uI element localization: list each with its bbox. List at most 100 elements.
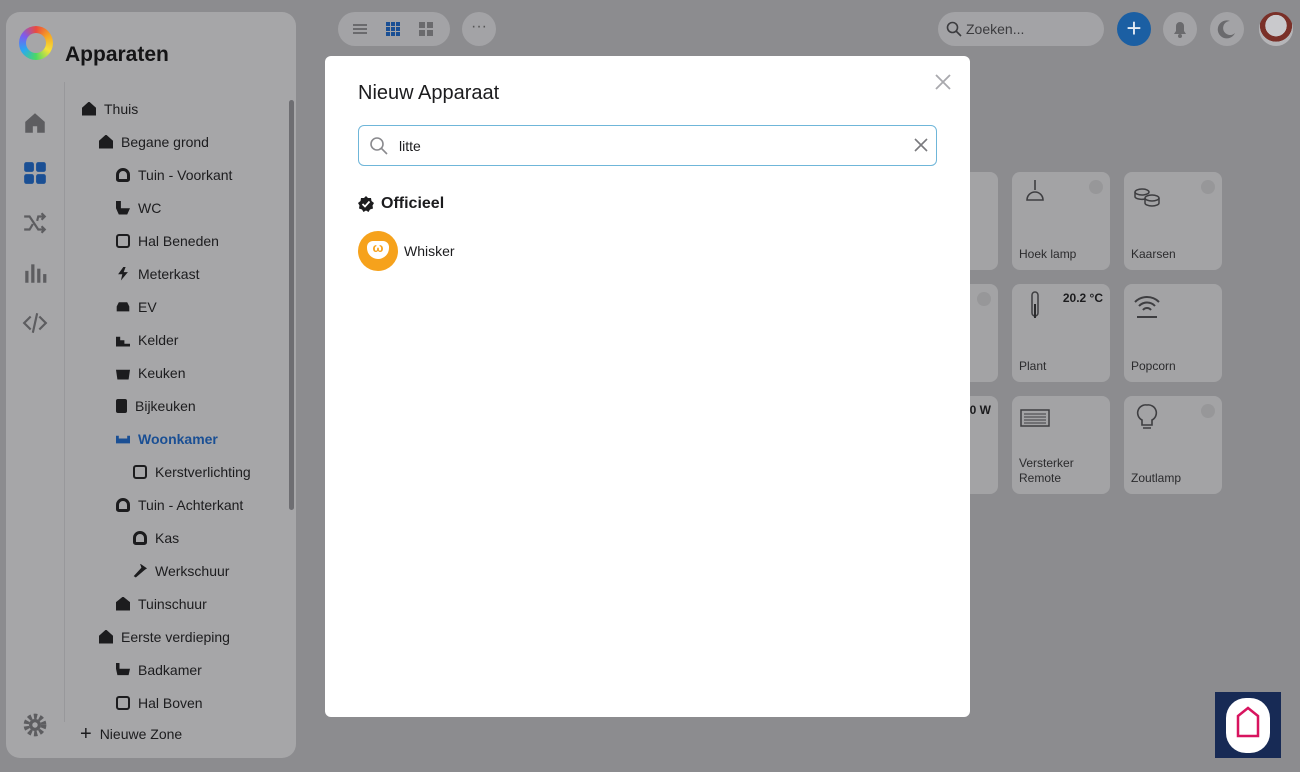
clear-search-icon[interactable] (912, 136, 930, 154)
zone-item[interactable]: Keuken (116, 356, 185, 389)
zone-item[interactable]: WC (116, 191, 161, 224)
avatar[interactable] (1259, 12, 1293, 46)
zone-label: Kelder (138, 331, 179, 348)
official-section-header: Officieel (358, 195, 444, 213)
stairs-icon (116, 336, 130, 347)
view-switcher (338, 12, 450, 46)
verified-check-icon (358, 196, 374, 212)
moon-icon (1217, 20, 1235, 39)
zone-item[interactable]: Tuin - Voorkant (116, 158, 232, 191)
whisker-logo: ω (358, 231, 398, 271)
door-icon (116, 233, 130, 248)
list-view-icon[interactable] (352, 21, 368, 37)
zone-label: Kas (155, 529, 180, 546)
flows-icon[interactable] (22, 210, 48, 236)
zone-label: Werkschuur (155, 562, 230, 579)
notifications-button[interactable] (1163, 12, 1197, 46)
shed-icon (116, 596, 130, 611)
bell-icon (1174, 22, 1186, 38)
device-card[interactable]: Kaarsen (1124, 172, 1222, 270)
zone-item[interactable]: Hal Beneden (116, 224, 219, 257)
zone-label: Thuis (104, 100, 139, 117)
app-result-whisker[interactable]: ω Whisker (358, 231, 455, 271)
zone-item[interactable]: Thuis (82, 92, 138, 125)
zone-item[interactable]: Hal Boven (116, 686, 203, 719)
plus-icon: + (80, 723, 92, 745)
sidebar: Apparaten Thuis Begane grond Tuin - Voor… (6, 12, 296, 758)
home-icon[interactable] (22, 110, 48, 136)
zone-label: Tuinschuur (138, 595, 207, 612)
device-card[interactable]: Popcorn (1124, 284, 1222, 382)
zone-item[interactable]: EV (116, 290, 157, 323)
device-card[interactable]: Hoek lamp (1012, 172, 1110, 270)
device-name: Plant (1019, 359, 1047, 373)
zone-item[interactable]: Tuinschuur (116, 587, 207, 620)
thermometer-icon (1031, 291, 1039, 318)
zone-item[interactable]: Kas (133, 521, 179, 554)
dark-mode-button[interactable] (1210, 12, 1244, 46)
device-toggle[interactable] (1201, 404, 1215, 418)
device-card[interactable]: Versterker Remote (1012, 396, 1110, 494)
more-button[interactable]: ··· (462, 12, 496, 46)
device-search-field (358, 125, 937, 166)
candles-icon (1134, 188, 1160, 207)
close-icon[interactable] (933, 72, 953, 92)
device-name: Popcorn (1131, 359, 1176, 373)
zone-item[interactable]: Kerstverlichting (133, 455, 251, 488)
device-card[interactable]: 20.2 °C Plant (1012, 284, 1110, 382)
floor-icon (99, 134, 113, 149)
toilet-icon (116, 200, 130, 215)
device-value: 0 W (969, 403, 991, 417)
zone-item[interactable]: Bijkeuken (116, 389, 196, 422)
zone-item[interactable]: Badkamer (116, 653, 202, 686)
washer-icon (116, 398, 127, 413)
zone-item[interactable]: Werkschuur (133, 554, 229, 587)
house-icon (82, 101, 96, 116)
zone-label: Kerstverlichting (155, 463, 251, 480)
device-toggle[interactable] (1201, 180, 1215, 194)
homey-house-icon (1226, 698, 1270, 753)
plant-icon (116, 497, 130, 512)
device-card[interactable]: Zoutlamp (1124, 396, 1222, 494)
bath-icon (116, 662, 130, 676)
zone-label: Hal Beneden (138, 232, 219, 249)
zone-label: Eerste verdieping (121, 628, 230, 645)
zone-label: WC (138, 199, 162, 216)
app-logo (19, 26, 53, 60)
developer-icon[interactable] (22, 310, 48, 336)
floor-icon (99, 629, 113, 644)
zone-item[interactable]: Eerste verdieping (99, 620, 230, 653)
device-toggle[interactable] (977, 292, 991, 306)
devices-icon[interactable] (22, 160, 48, 186)
zone-item[interactable]: Tuin - Achterkant (116, 488, 243, 521)
zone-item-active[interactable]: Woonkamer (116, 422, 218, 455)
insights-icon[interactable] (22, 260, 48, 286)
zone-label: Tuin - Voorkant (138, 166, 233, 183)
device-search-input[interactable] (399, 137, 889, 154)
zone-label: EV (138, 298, 157, 315)
plant-icon (133, 530, 147, 545)
zone-label: Keuken (138, 364, 186, 381)
car-icon (116, 302, 130, 312)
new-device-dialog: Nieuw Apparaat Officieel ω Whisker (325, 56, 970, 717)
new-zone-label: Nieuwe Zone (99, 726, 183, 742)
zone-item[interactable]: Kelder (116, 323, 178, 356)
add-device-button[interactable]: + (1117, 12, 1151, 46)
grid-large-view-icon[interactable] (418, 21, 434, 37)
zone-label: Hal Boven (138, 694, 203, 711)
device-toggle[interactable] (1089, 180, 1103, 194)
plant-icon (116, 167, 130, 182)
grid-small-view-icon[interactable] (385, 21, 401, 37)
settings-icon[interactable] (22, 712, 48, 738)
zone-item[interactable]: Begane grond (99, 125, 209, 158)
wifi-icon (1134, 296, 1160, 318)
pot-icon (116, 369, 130, 380)
device-name: Zoutlamp (1131, 471, 1182, 485)
device-value: 20.2 °C (1062, 291, 1103, 305)
new-zone-button[interactable]: + Nieuwe Zone (80, 724, 182, 744)
zone-scrollbar[interactable] (289, 100, 294, 510)
zone-label: Bijkeuken (135, 397, 196, 414)
zone-item[interactable]: Meterkast (116, 257, 199, 290)
section-title: Officieel (381, 195, 445, 212)
global-search[interactable]: Zoeken... (938, 12, 1104, 46)
